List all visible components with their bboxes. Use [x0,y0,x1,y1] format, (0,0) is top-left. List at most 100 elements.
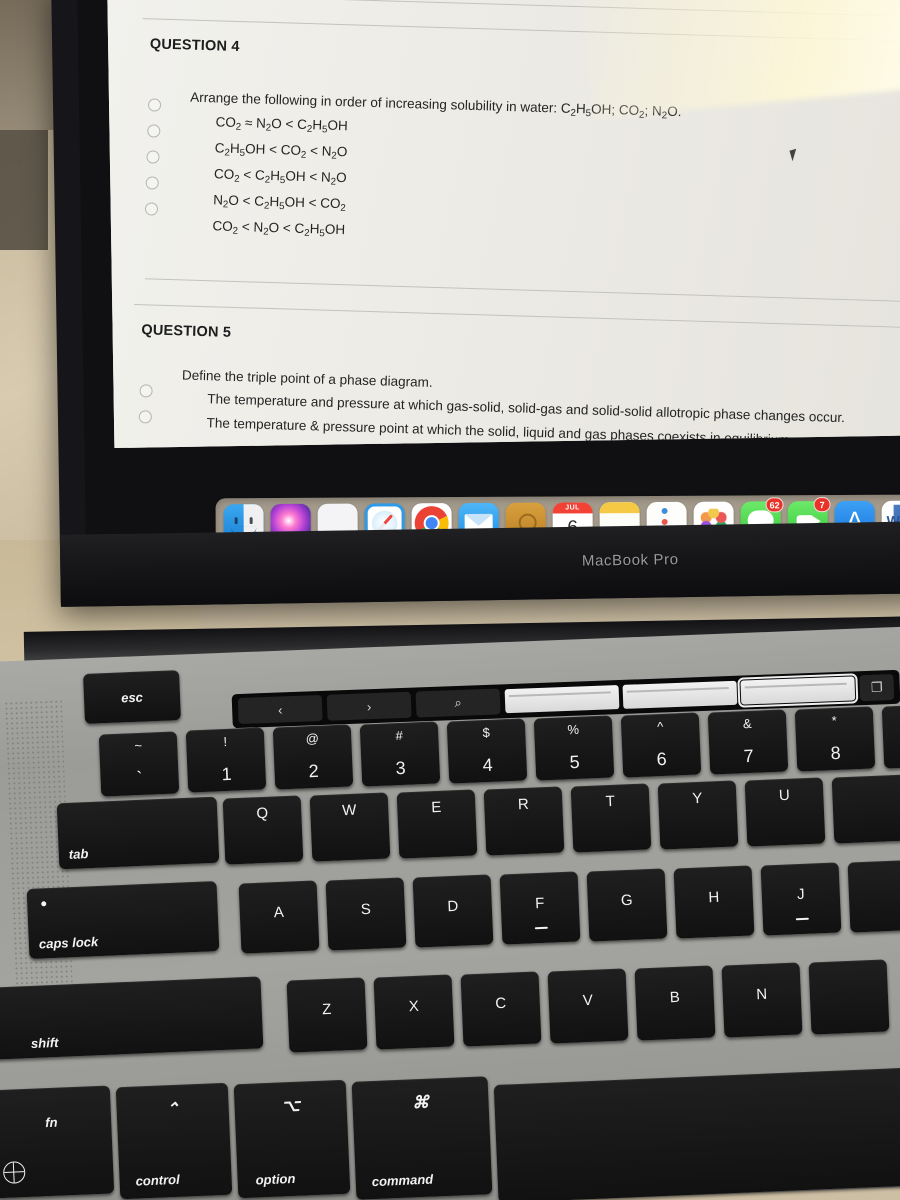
key-shift-left[interactable]: shift [0,976,264,1060]
touchbar-forward-label: › [366,698,372,714]
key-n[interactable]: N [721,962,803,1038]
key-7[interactable]: & 7 [707,709,789,775]
key-t-label: T [605,792,616,811]
key-control-label: control [135,1171,180,1189]
key-r-label: R [517,795,530,814]
key-v[interactable]: V [547,968,629,1044]
key-esc-label: esc [120,689,144,705]
key-f-label: F [534,894,545,913]
key-command-symbol: ⌘ [411,1092,430,1113]
key-b-label: B [669,988,681,1007]
key-6-sym: ^ [656,718,664,735]
key-k[interactable] [847,859,900,933]
key-command-label: command [371,1171,434,1190]
touchbar-back-label: ‹ [277,701,283,718]
key-y[interactable]: Y [657,780,739,850]
key-t[interactable]: T [570,783,652,853]
key-fn-label: fn [44,1114,58,1131]
key-esc[interactable]: esc [83,670,181,724]
search-icon: ⌕ [454,694,462,711]
touchbar-back-button[interactable]: ‹ [237,694,323,725]
key-7-num: 7 [743,745,755,767]
key-command-left[interactable]: ⌘ command [351,1076,493,1200]
key-3[interactable]: # 3 [359,721,441,787]
key-x-label: X [408,997,420,1016]
key-4-num: 4 [482,754,494,776]
key-3-sym: # [395,727,404,744]
key-option-symbol: ⌥ [281,1097,301,1116]
key-2-sym: @ [305,730,320,747]
touchbar-tab-selected[interactable] [737,672,859,709]
key-shift-label: shift [30,1034,59,1052]
key-8[interactable]: * 8 [794,706,876,772]
key-r[interactable]: R [483,786,565,856]
key-s[interactable]: S [325,877,407,951]
key-option-label: option [255,1170,296,1188]
touchbar-tab[interactable] [622,680,738,709]
key-option[interactable]: ⌥ option [233,1079,351,1199]
key-4-sym: $ [482,724,491,741]
caps-lock-indicator [41,901,47,907]
key-d[interactable]: D [412,874,494,948]
key-tab[interactable]: tab [56,796,220,870]
key-x[interactable]: X [373,974,455,1050]
key-a[interactable]: A [238,880,320,954]
keyboard: esc ‹ › ⌕ ❐ ~ ` ! 1 @ 2 # 3 $ 4 % 5 ^ 6 … [0,0,900,1200]
key-1[interactable]: ! 1 [185,727,267,793]
key-6[interactable]: ^ 6 [620,712,702,778]
key-8-sym: * [831,712,838,729]
key-j-home-bar [795,917,809,921]
key-g[interactable]: G [586,868,668,942]
photo-scene: forces, while melting requires the break… [0,0,900,1200]
key-7-sym: & [742,715,752,732]
key-b[interactable]: B [634,965,716,1041]
key-q[interactable]: Q [222,795,304,865]
key-g-label: G [620,891,633,910]
key-5-num: 5 [569,751,581,773]
key-s-label: S [360,900,372,919]
key-backtick-num: ` [136,767,144,789]
key-1-sym: ! [223,733,228,750]
key-5-sym: % [567,721,580,738]
key-control[interactable]: ⌃ control [115,1082,233,1200]
key-backtick[interactable]: ~ ` [98,731,180,797]
key-q-label: Q [256,804,269,823]
key-v-label: V [582,991,594,1010]
key-2-num: 2 [308,760,320,782]
key-d-label: D [447,897,459,916]
key-i[interactable] [831,774,900,844]
globe-icon [2,1161,26,1184]
touchbar-tab[interactable] [504,685,620,714]
key-e[interactable]: E [396,789,478,859]
key-caps-lock[interactable]: caps lock [26,881,220,959]
key-m[interactable] [808,959,890,1035]
key-h-label: H [708,888,720,907]
key-y-label: Y [691,789,703,808]
key-c-label: C [494,994,507,1013]
key-c[interactable]: C [460,971,542,1047]
key-w[interactable]: W [309,792,391,862]
key-1-num: 1 [221,763,233,785]
touchbar-search-button[interactable]: ⌕ [415,688,501,718]
key-8-num: 8 [830,742,842,764]
key-j-label: J [796,885,805,904]
key-n-label: N [755,985,768,1004]
key-5[interactable]: % 5 [533,715,615,781]
key-z[interactable]: Z [286,977,368,1053]
key-fn[interactable]: fn [0,1085,115,1199]
key-a-label: A [273,903,285,922]
key-9[interactable] [881,703,900,769]
key-backtick-sym: ~ [134,737,143,754]
key-6-num: 6 [656,748,668,770]
key-4[interactable]: $ 4 [446,718,528,784]
key-h[interactable]: H [673,865,755,939]
key-w-label: W [341,801,357,820]
key-3-num: 3 [395,757,407,779]
key-space[interactable] [493,1067,900,1200]
key-2[interactable]: @ 2 [272,724,354,790]
touchbar-forward-button[interactable]: › [326,691,412,721]
key-u[interactable]: U [744,777,826,847]
key-f[interactable]: F [499,871,581,945]
touchbar-new-tab-button[interactable]: ❐ [859,673,895,702]
key-j[interactable]: J [760,862,842,936]
